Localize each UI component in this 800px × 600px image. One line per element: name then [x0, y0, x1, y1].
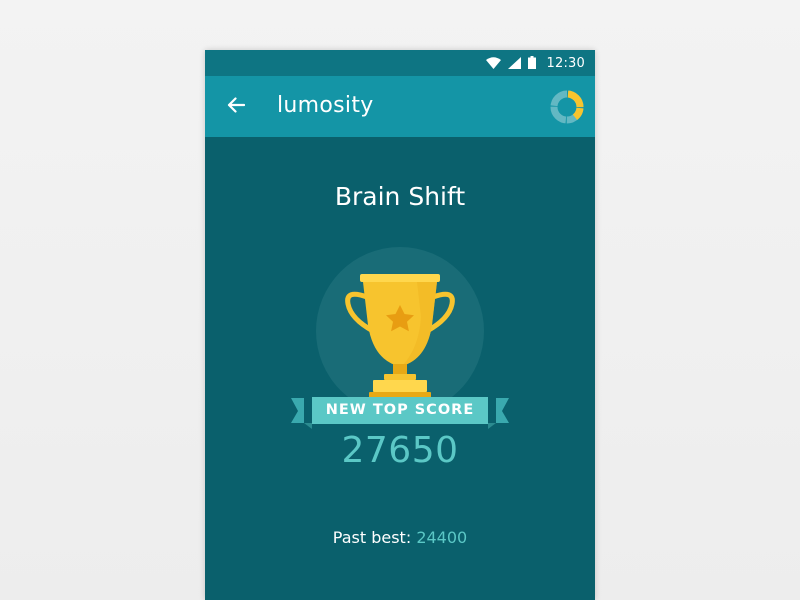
signal-icon: [507, 54, 521, 73]
wifi-icon: [485, 54, 501, 73]
status-bar: 12:30: [205, 50, 595, 76]
battery-icon: [527, 54, 536, 73]
status-icons: 12:30: [485, 50, 585, 76]
score-value: 27650: [341, 430, 459, 471]
progress-ring-icon[interactable]: [549, 89, 585, 125]
status-time: 12:30: [546, 55, 585, 71]
app-bar: lumosity: [205, 76, 595, 137]
past-best-value: 24400: [416, 528, 468, 547]
past-best: Past best: 24400: [205, 528, 595, 547]
new-top-score-banner: NEW TOP SCORE: [325, 402, 475, 418]
back-button[interactable]: [221, 92, 251, 122]
past-best-label: Past best:: [332, 528, 412, 547]
app-title: lumosity: [277, 93, 374, 118]
game-title: Brain Shift: [334, 182, 466, 211]
phone-screen: 12:30 lumosity Brain Shift NEW TOP SCORE…: [205, 50, 595, 600]
back-arrow-icon: [227, 97, 246, 117]
